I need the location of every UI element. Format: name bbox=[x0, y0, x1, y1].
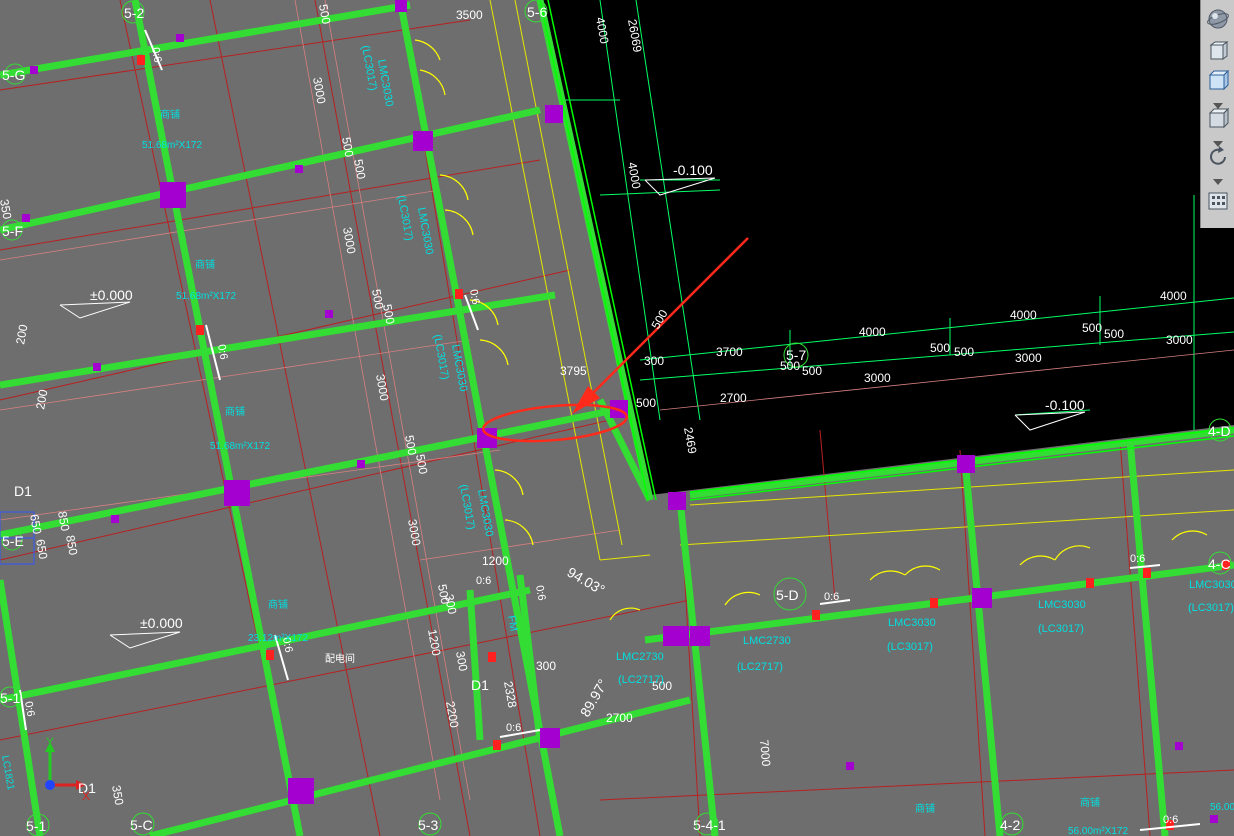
dim-500-n: 500 bbox=[1082, 321, 1102, 335]
dim-300-a: 300 bbox=[644, 354, 664, 368]
svg-text:0:6: 0:6 bbox=[506, 722, 521, 734]
view-cube-icon[interactable] bbox=[1205, 68, 1231, 94]
dim-500-l: 500 bbox=[930, 341, 950, 355]
svg-text:配电间: 配电间 bbox=[325, 652, 355, 665]
svg-text:商铺: 商铺 bbox=[268, 598, 288, 611]
svg-text:51.68m²X172: 51.68m²X172 bbox=[176, 291, 236, 302]
axis-label-4-c: 4-C bbox=[1208, 556, 1231, 572]
dim-500-m: 500 bbox=[954, 345, 974, 359]
svg-text:LMC3030: LMC3030 bbox=[888, 617, 936, 629]
chevron-down-icon[interactable] bbox=[1213, 96, 1223, 109]
axis-label-5-f: 5-F bbox=[2, 223, 23, 239]
dim-3000-f: 3000 bbox=[1015, 351, 1042, 365]
svg-text:51.68m²X172: 51.68m²X172 bbox=[210, 441, 270, 452]
dim-350-left: 350 bbox=[0, 198, 14, 220]
dim-1200-a: 1200 bbox=[482, 554, 509, 568]
svg-text:(LC2717): (LC2717) bbox=[737, 661, 783, 673]
cad-viewport[interactable]: 5-2 5-6 5-G 5-F 5-E 5-7 5-D 4-D 4-C 5-1 … bbox=[0, 0, 1234, 836]
axis-label-5-d: 5-D bbox=[776, 587, 799, 603]
dim-3795: 3795 bbox=[560, 364, 587, 378]
svg-text:D1: D1 bbox=[471, 677, 489, 693]
svg-text:商铺: 商铺 bbox=[225, 405, 245, 418]
level-3: -0.100 bbox=[673, 162, 713, 178]
svg-text:商铺: 商铺 bbox=[915, 802, 935, 815]
svg-text:56.00: 56.00 bbox=[1210, 802, 1234, 813]
svg-text:(LC3017): (LC3017) bbox=[887, 641, 933, 653]
axis-label-4-2: 4-2 bbox=[1000, 817, 1020, 833]
level-2: ±0.000 bbox=[140, 615, 183, 631]
axis-label-4-d: 4-D bbox=[1208, 423, 1231, 439]
svg-text:(LC3017): (LC3017) bbox=[1188, 602, 1234, 614]
dim-2469: 2469 bbox=[681, 426, 699, 455]
axis-label-5-e: 5-E bbox=[2, 533, 24, 549]
dim-3000-g: 3000 bbox=[1166, 333, 1193, 347]
dim-7000: 7000 bbox=[757, 739, 773, 767]
dim-500-i: 500 bbox=[636, 396, 656, 410]
dim-26069: 26069 bbox=[625, 18, 645, 54]
svg-text:商铺: 商铺 bbox=[195, 258, 215, 271]
svg-text:51.68m²X172: 51.68m²X172 bbox=[142, 140, 202, 151]
chevron-down-icon[interactable] bbox=[1213, 172, 1223, 185]
level-4: -0.100 bbox=[1045, 397, 1085, 413]
axis-label-5-3: 5-3 bbox=[418, 817, 438, 833]
dim-500-j: 500 bbox=[780, 359, 800, 373]
3d-view-icon[interactable] bbox=[1205, 38, 1231, 64]
dim-4000-top: 4000 bbox=[593, 16, 611, 45]
dim-300-c: 300 bbox=[536, 659, 556, 673]
axis-label-5-g: 5-G bbox=[2, 67, 25, 83]
orbit-icon[interactable] bbox=[1205, 144, 1231, 170]
dim-4000-mid: 4000 bbox=[625, 161, 643, 190]
svg-text:(LC2717): (LC2717) bbox=[618, 674, 664, 686]
zoom-icon[interactable] bbox=[1205, 106, 1231, 132]
chevron-down-icon[interactable] bbox=[1213, 134, 1223, 147]
axis-label-5-1-left: 5-1 bbox=[0, 690, 20, 706]
svg-text:LMC2730: LMC2730 bbox=[616, 651, 664, 663]
dim-500-k: 500 bbox=[802, 364, 822, 378]
dim-500-o: 500 bbox=[1104, 327, 1124, 341]
svg-text:0:6: 0:6 bbox=[1163, 814, 1178, 826]
svg-text:商铺: 商铺 bbox=[160, 108, 180, 121]
axis-label-5-4-1: 5-4-1 bbox=[693, 817, 726, 833]
svg-text:0:6: 0:6 bbox=[1130, 553, 1145, 565]
axis-label-5-c: 5-C bbox=[130, 817, 153, 833]
navigation-bar bbox=[1200, 0, 1234, 228]
wall-thin bbox=[539, 0, 1234, 501]
dim-4000-c: 4000 bbox=[859, 325, 886, 339]
svg-text:0:6: 0:6 bbox=[824, 591, 839, 603]
svg-text:23.12m²X172: 23.12m²X172 bbox=[248, 633, 308, 644]
cad-drawing-canvas[interactable]: 5-2 5-6 5-G 5-F 5-E 5-7 5-D 4-D 4-C 5-1 … bbox=[0, 0, 1234, 836]
svg-text:0:6: 0:6 bbox=[476, 575, 491, 587]
dim-4000-d: 4000 bbox=[1010, 308, 1037, 322]
svg-text:LMC3030: LMC3030 bbox=[1038, 599, 1086, 611]
steering-wheel-icon[interactable] bbox=[1205, 6, 1231, 32]
svg-text:商铺: 商铺 bbox=[1080, 796, 1100, 809]
svg-text:LMC3030: LMC3030 bbox=[1189, 579, 1234, 591]
level-1: ±0.000 bbox=[90, 287, 133, 303]
dim-3700: 3700 bbox=[716, 345, 743, 359]
svg-text:LMC2730: LMC2730 bbox=[743, 635, 791, 647]
dim-3500: 3500 bbox=[456, 8, 483, 22]
svg-text:X: X bbox=[82, 789, 90, 803]
axis-label-5-2: 5-2 bbox=[124, 5, 144, 21]
dim-3000-e: 3000 bbox=[864, 371, 891, 385]
svg-text:Y: Y bbox=[46, 735, 54, 749]
dim-500-q: 500 bbox=[648, 307, 670, 332]
dim-2700-a: 2700 bbox=[720, 391, 747, 405]
axis-label-5-1: 5-1 bbox=[26, 818, 46, 834]
svg-text:56.00m²X172: 56.00m²X172 bbox=[1068, 826, 1128, 836]
axis-label-5-6: 5-6 bbox=[527, 4, 547, 20]
dim-4000-e: 4000 bbox=[1160, 289, 1187, 303]
showmotion-icon[interactable] bbox=[1205, 188, 1231, 214]
svg-text:D1: D1 bbox=[14, 483, 32, 499]
dim-2700-b: 2700 bbox=[606, 711, 633, 725]
svg-text:(LC3017): (LC3017) bbox=[1038, 623, 1084, 635]
